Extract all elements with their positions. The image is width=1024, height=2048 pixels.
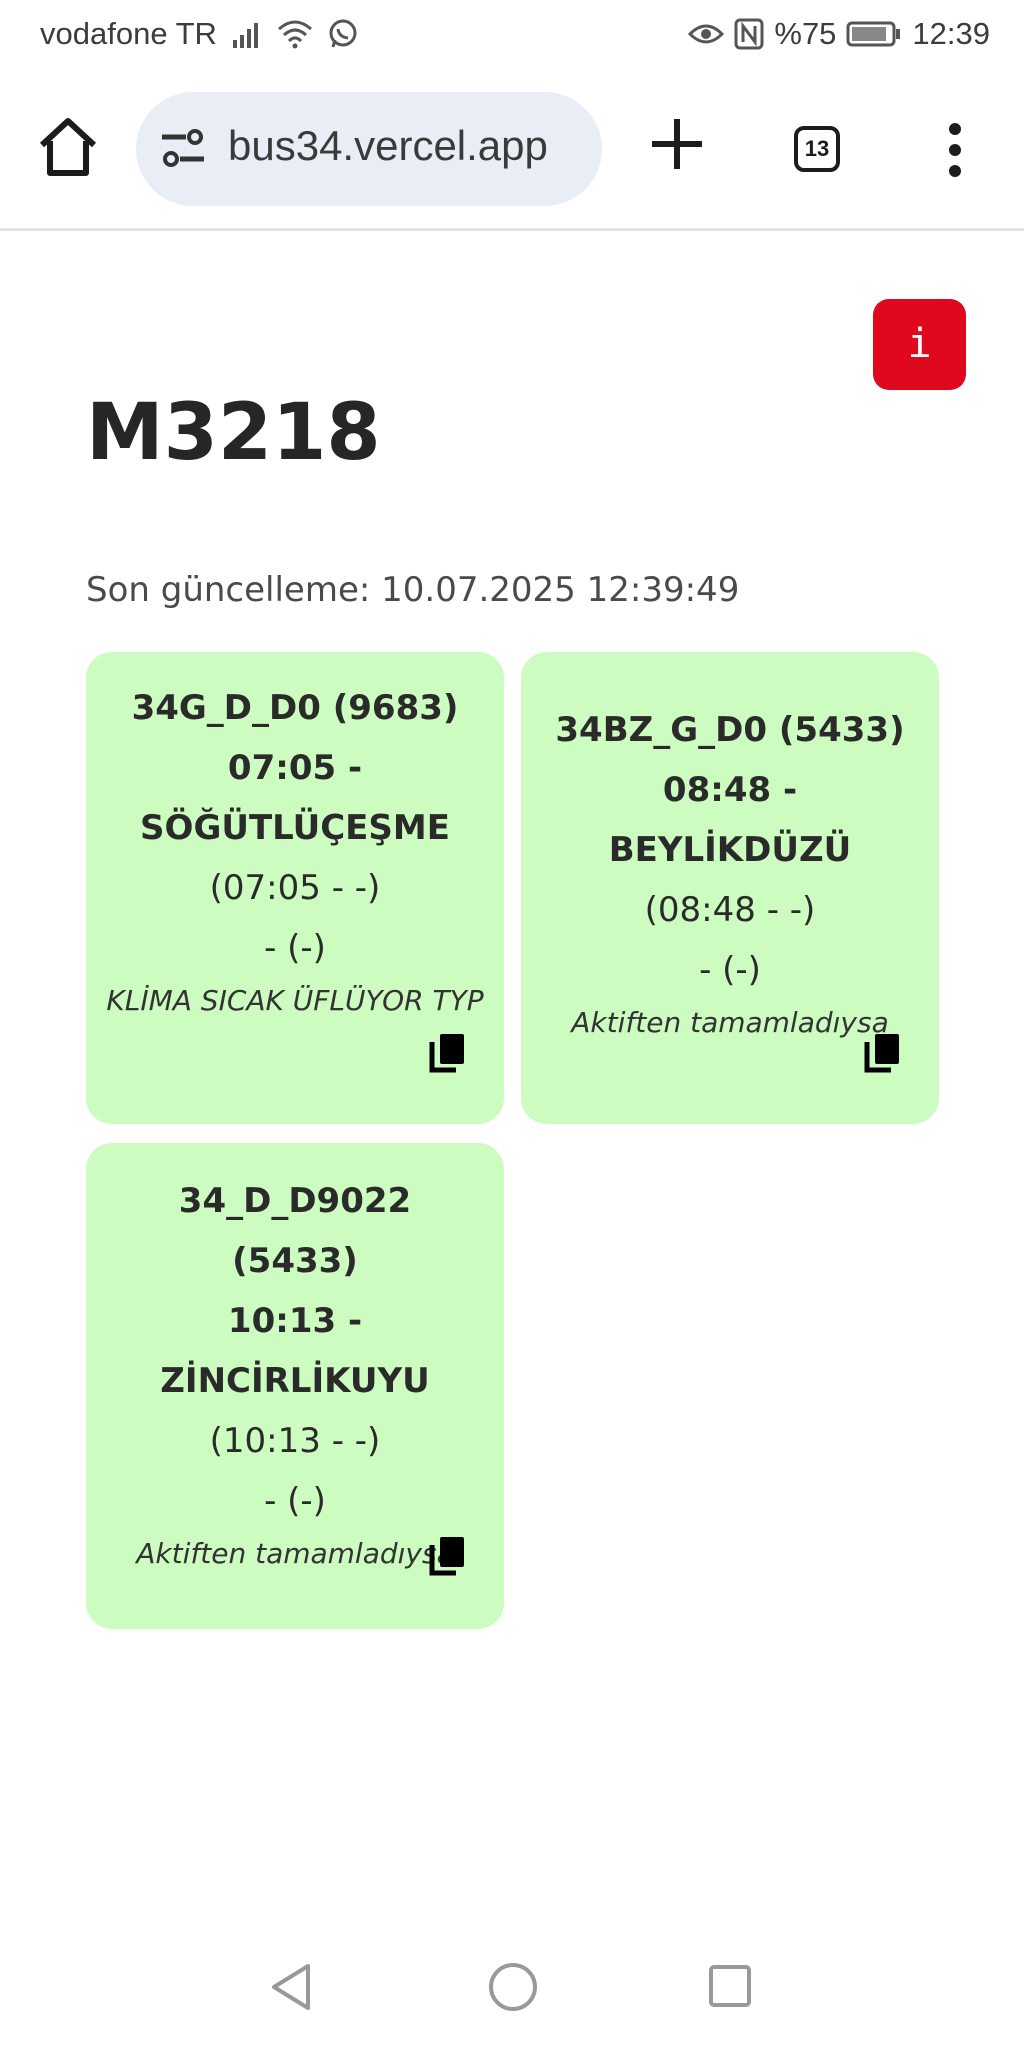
extra-info: - (-) bbox=[264, 1481, 326, 1521]
whatsapp-icon bbox=[329, 19, 357, 48]
time-range: (10:13 - -) bbox=[209, 1421, 381, 1461]
battery-percent: %75 bbox=[774, 16, 837, 51]
new-tab-icon[interactable] bbox=[648, 115, 706, 173]
url-text[interactable]: bus34.vercel.app bbox=[228, 122, 588, 170]
system-nav-bar bbox=[0, 1940, 1024, 2048]
route-line: 34G_D_D0 (9683) bbox=[131, 688, 459, 728]
recent-apps-icon[interactable] bbox=[708, 1964, 752, 2008]
last-update-text: Son güncelleme: 10.07.2025 12:39:49 bbox=[86, 570, 740, 610]
battery-icon bbox=[846, 21, 901, 47]
site-settings-icon[interactable] bbox=[160, 127, 206, 171]
status-bar: vodafone TR %75 12:39 bbox=[0, 0, 1024, 70]
nfc-icon bbox=[734, 18, 764, 50]
route-line: 07:05 - bbox=[227, 748, 363, 788]
route-line: 08:48 - bbox=[662, 770, 798, 810]
tab-switcher-button[interactable]: 13 bbox=[794, 126, 840, 172]
info-button[interactable]: i bbox=[873, 299, 966, 390]
home-nav-icon[interactable] bbox=[486, 1960, 540, 2014]
copy-icon[interactable] bbox=[863, 1032, 901, 1074]
route-line: (5433) bbox=[232, 1241, 358, 1281]
copy-icon[interactable] bbox=[428, 1032, 466, 1074]
clock: 12:39 bbox=[912, 16, 990, 51]
browser-toolbar: bus34.vercel.app 13 bbox=[0, 70, 1024, 228]
time-range: (08:48 - -) bbox=[644, 890, 816, 930]
trip-card: 34_D_D9022 (5433) 10:13 - ZİNCİRLİKUYU (… bbox=[86, 1143, 504, 1629]
wifi-icon bbox=[277, 20, 312, 49]
signal-icon bbox=[232, 23, 258, 48]
trip-card: 34G_D_D0 (9683) 07:05 - SÖĞÜTLÜÇEŞME (07… bbox=[86, 652, 504, 1124]
time-range: (07:05 - -) bbox=[209, 868, 381, 908]
back-icon[interactable] bbox=[268, 1962, 316, 2012]
toolbar-divider bbox=[0, 228, 1024, 231]
copy-icon[interactable] bbox=[428, 1535, 466, 1577]
route-line: SÖĞÜTLÜÇEŞME bbox=[140, 808, 450, 848]
route-line: ZİNCİRLİKUYU bbox=[160, 1361, 430, 1401]
more-menu-icon[interactable] bbox=[940, 122, 970, 178]
route-line: BEYLİKDÜZÜ bbox=[608, 830, 852, 870]
address-bar[interactable]: bus34.vercel.app bbox=[136, 92, 602, 206]
card-note: KLİMA SICAK ÜFLÜYOR TYP bbox=[106, 984, 484, 1017]
route-line: 10:13 - bbox=[227, 1301, 363, 1341]
page-title: M3218 bbox=[86, 388, 381, 478]
route-line: 34BZ_G_D0 (5433) bbox=[555, 710, 905, 750]
carrier-name: vodafone TR bbox=[40, 16, 217, 51]
extra-info: - (-) bbox=[699, 950, 761, 990]
home-icon[interactable] bbox=[36, 115, 100, 179]
extra-info: - (-) bbox=[264, 928, 326, 968]
eye-comfort-icon bbox=[688, 24, 725, 44]
route-line: 34_D_D9022 bbox=[178, 1181, 412, 1221]
trip-card: 34BZ_G_D0 (5433) 08:48 - BEYLİKDÜZÜ (08:… bbox=[521, 652, 939, 1124]
